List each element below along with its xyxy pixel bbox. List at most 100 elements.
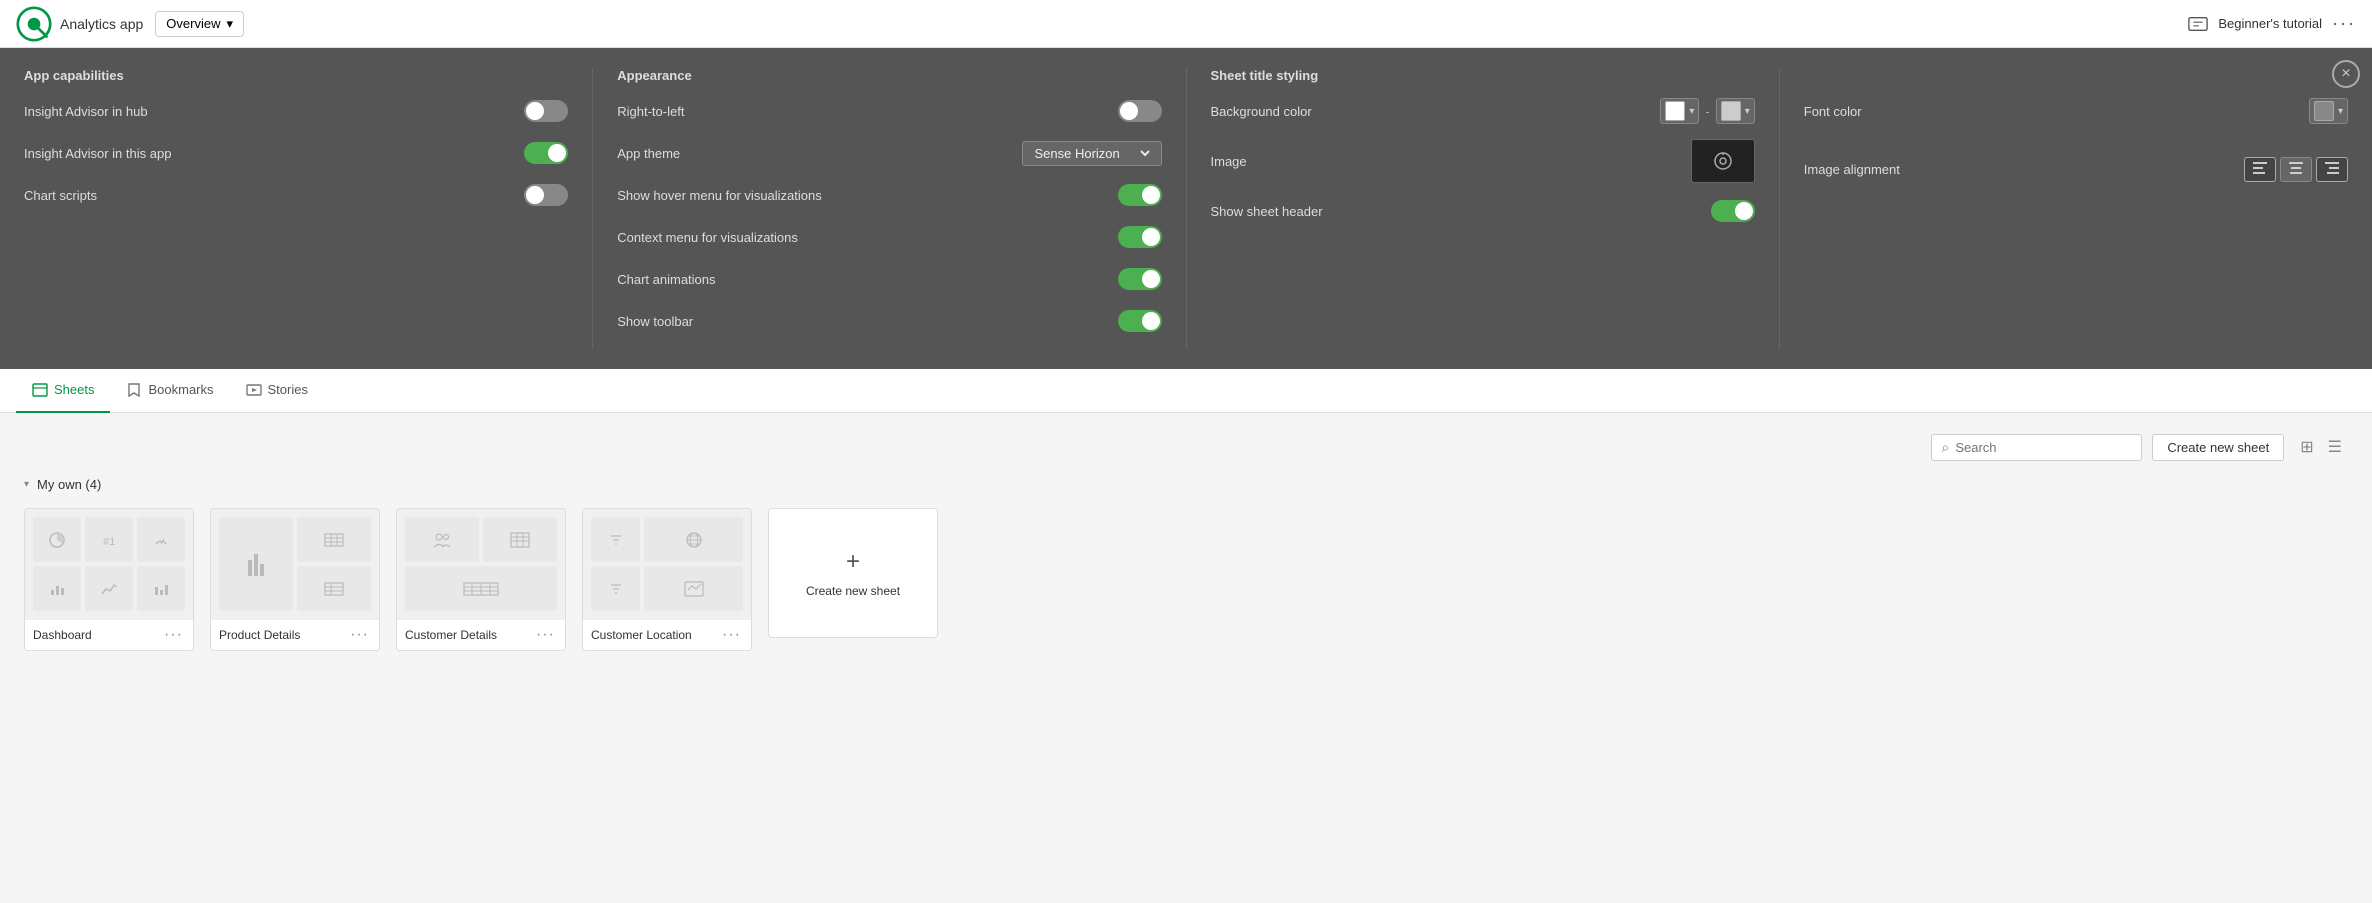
- thumb-cell: [297, 566, 371, 611]
- insight-advisor-app-row: Insight Advisor in this app: [24, 139, 568, 167]
- search-input[interactable]: [1955, 440, 2131, 455]
- filter-icon: [609, 533, 623, 547]
- sheet-more-customer[interactable]: ···: [534, 626, 557, 644]
- show-sheet-header-toggle[interactable]: [1711, 200, 1755, 222]
- align-left-icon: [2253, 162, 2267, 174]
- thumb-cell: [483, 517, 557, 562]
- tabs-bar: Sheets Bookmarks Stories: [0, 369, 2372, 413]
- font-color-row: Font color ▾: [1804, 97, 2348, 125]
- sheet-thumbnail-dashboard: #1: [25, 509, 193, 619]
- tab-bookmarks[interactable]: Bookmarks: [110, 369, 229, 413]
- thumb-cell: #1: [85, 517, 133, 562]
- thumb-cell: [591, 566, 640, 611]
- sheet-name-product: Product Details: [219, 628, 348, 642]
- sheet-name-customer: Customer Details: [405, 628, 534, 642]
- show-toolbar-toggle[interactable]: [1118, 310, 1162, 332]
- font-color-picker[interactable]: ▾: [2309, 98, 2348, 124]
- thumb-cell: [219, 517, 293, 611]
- font-align-section: — Font color ▾ Image alignment: [1779, 68, 2348, 349]
- sheet-thumbnail-product: [211, 509, 379, 619]
- sheet-more-dashboard[interactable]: ···: [162, 626, 185, 644]
- tab-stories[interactable]: Stories: [230, 369, 324, 413]
- context-menu-row: Context menu for visualizations: [617, 223, 1161, 251]
- table2-icon: [510, 532, 530, 548]
- insight-advisor-app-toggle[interactable]: [524, 142, 568, 164]
- app-capabilities-section: App capabilities Insight Advisor in hub …: [24, 68, 568, 349]
- chart-animations-toggle[interactable]: [1118, 268, 1162, 290]
- bg-color-picker-2[interactable]: ▾: [1716, 98, 1755, 124]
- sheet-footer-product: Product Details ···: [211, 619, 379, 650]
- sheet-footer-dashboard: Dashboard ···: [25, 619, 193, 650]
- grid-view-button[interactable]: ⊞: [2294, 433, 2319, 461]
- bg-color-arrow-1[interactable]: ▾: [1689, 106, 1694, 117]
- chart-scripts-toggle[interactable]: [524, 184, 568, 206]
- image-row: Image: [1211, 139, 1755, 183]
- nav-center: Beginner's tutorial ···: [2188, 13, 2356, 34]
- image-label: Image: [1211, 154, 1691, 169]
- align-left-button[interactable]: [2244, 157, 2276, 182]
- pivot-icon: [324, 582, 344, 596]
- create-new-sheet-card[interactable]: + Create new sheet: [768, 508, 938, 638]
- sheet-footer-customer: Customer Details ···: [397, 619, 565, 650]
- app-theme-dropdown[interactable]: Sense Horizon Default Dark Breeze: [1022, 141, 1162, 166]
- stories-icon: [246, 382, 262, 398]
- sheet-footer-location: Customer Location ···: [583, 619, 751, 650]
- font-color-arrow[interactable]: ▾: [2338, 106, 2343, 117]
- hover-menu-toggle[interactable]: [1118, 184, 1162, 206]
- thumb-cell: [85, 566, 133, 611]
- sheet-card-product[interactable]: Product Details ···: [210, 508, 380, 651]
- sheets-icon: [32, 382, 48, 398]
- app-title: Analytics app: [60, 16, 143, 32]
- bg-color-picker-1[interactable]: ▾: [1660, 98, 1699, 124]
- image-alignment-row: Image alignment: [1804, 155, 2348, 183]
- bg-color-arrow-2[interactable]: ▾: [1745, 106, 1750, 117]
- insight-advisor-hub-toggle[interactable]: [524, 100, 568, 122]
- thumb-cell: [644, 566, 743, 611]
- thumb-cell: [405, 566, 557, 611]
- section-chevron-icon: ▾: [24, 479, 29, 490]
- align-right-button[interactable]: [2316, 157, 2348, 182]
- content-toolbar: ⌕ Create new sheet ⊞ ☰: [24, 433, 2348, 461]
- chart-scripts-row: Chart scripts: [24, 181, 568, 209]
- show-toolbar-label: Show toolbar: [617, 314, 1117, 329]
- align-center-button[interactable]: [2280, 157, 2312, 182]
- settings-panel: × App capabilities Insight Advisor in hu…: [0, 48, 2372, 369]
- background-color-row: Background color ▾ - ▾: [1211, 97, 1755, 125]
- gauge-icon: [154, 534, 168, 546]
- overview-dropdown[interactable]: Overview ▾: [155, 11, 244, 37]
- right-to-left-label: Right-to-left: [617, 104, 1117, 119]
- line-chart-icon: [101, 582, 117, 596]
- thumb-cell: [405, 517, 479, 562]
- bg-color-box-2: [1721, 101, 1741, 121]
- app-theme-label: App theme: [617, 146, 1021, 161]
- sheet-name-dashboard: Dashboard: [33, 628, 162, 642]
- tab-sheets[interactable]: Sheets: [16, 369, 110, 413]
- context-menu-toggle[interactable]: [1118, 226, 1162, 248]
- thumb-cell: [33, 566, 81, 611]
- align-right-icon: [2325, 162, 2339, 174]
- list-view-button[interactable]: ☰: [2322, 433, 2348, 461]
- align-center-icon: [2289, 162, 2303, 174]
- map-icon: [683, 580, 705, 598]
- sheet-more-location[interactable]: ···: [720, 626, 743, 644]
- create-new-sheet-button[interactable]: Create new sheet: [2152, 434, 2284, 461]
- filter2-icon: [609, 582, 623, 596]
- show-sheet-header-label: Show sheet header: [1211, 204, 1711, 219]
- sheet-card-dashboard[interactable]: #1: [24, 508, 194, 651]
- context-menu-label: Context menu for visualizations: [617, 230, 1117, 245]
- sheet-title-styling-section: Sheet title styling Background color ▾ -…: [1186, 68, 1755, 349]
- sheet-more-product[interactable]: ···: [348, 626, 371, 644]
- search-box: ⌕: [1931, 434, 2143, 461]
- create-new-sheet-label: Create new sheet: [806, 584, 900, 598]
- more-options-button[interactable]: ···: [2332, 13, 2356, 34]
- bar-chart-icon: [49, 582, 65, 596]
- right-to-left-toggle[interactable]: [1118, 100, 1162, 122]
- sheet-card-customer[interactable]: Customer Details ···: [396, 508, 566, 651]
- content-area: ⌕ Create new sheet ⊞ ☰ ▾ My own (4): [0, 413, 2372, 671]
- app-theme-select[interactable]: Sense Horizon Default Dark Breeze: [1031, 145, 1153, 162]
- app-capabilities-title: App capabilities: [24, 68, 568, 83]
- my-own-section-header[interactable]: ▾ My own (4): [24, 477, 2348, 492]
- image-upload-button[interactable]: [1691, 139, 1755, 183]
- sheet-card-location[interactable]: Customer Location ···: [582, 508, 752, 651]
- number-icon: #1: [101, 533, 117, 547]
